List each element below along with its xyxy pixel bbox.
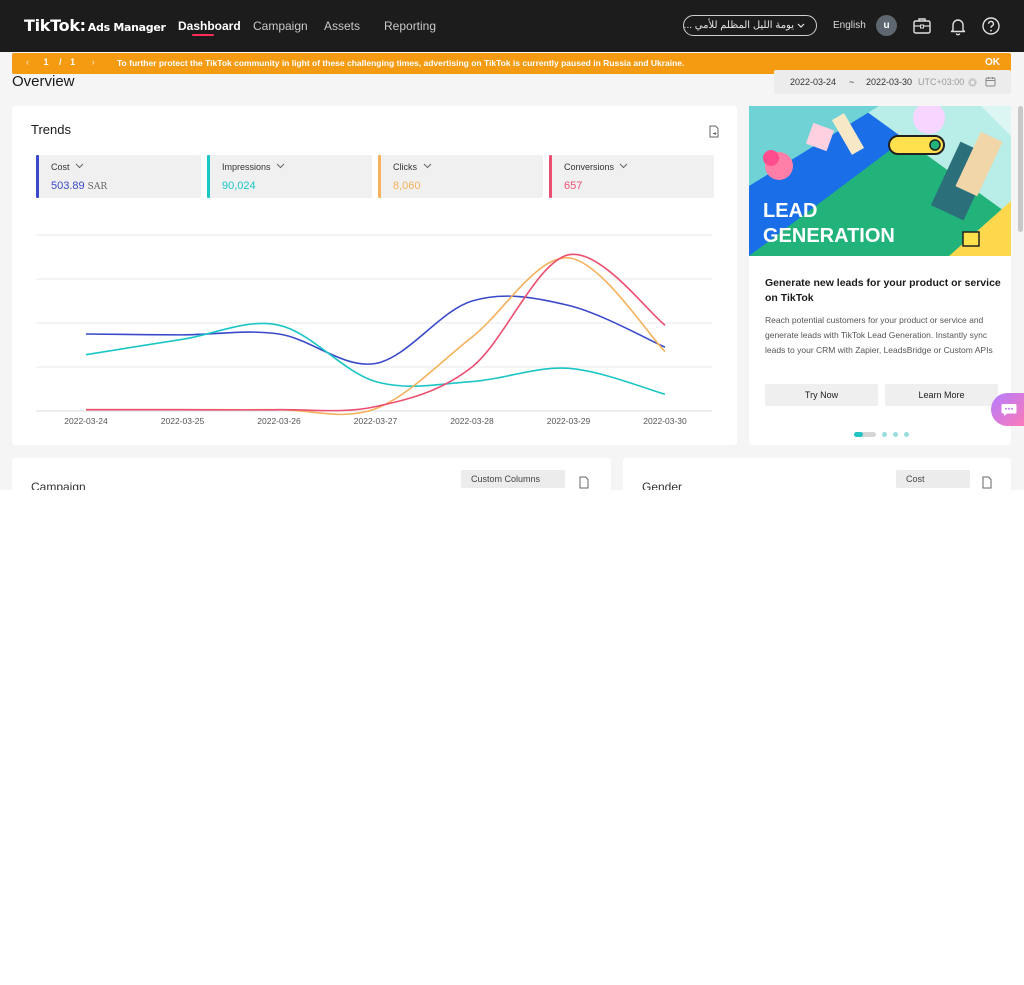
logo-product-name: Ads Manager xyxy=(87,21,166,34)
trends-title: Trends xyxy=(31,122,71,137)
export-icon[interactable] xyxy=(578,476,590,489)
x-tick-label: 2022-03-26 xyxy=(257,416,301,426)
promo-headline: Generate new leads for your product or s… xyxy=(765,277,1001,304)
metric-value: 503.89 SAR xyxy=(51,180,107,192)
nav-active-indicator xyxy=(192,34,214,36)
bell-icon[interactable] xyxy=(948,16,968,36)
page-title: Overview xyxy=(12,73,75,90)
logo-separator: : xyxy=(79,16,86,35)
metric-label: Clicks xyxy=(393,162,417,172)
carousel-dot[interactable] xyxy=(893,432,898,437)
nav-assets[interactable]: Assets xyxy=(324,19,360,33)
metric-label: Impressions xyxy=(222,162,271,172)
metric-value: 657 xyxy=(564,180,583,192)
date-end: 2022-03-30 xyxy=(866,77,913,87)
avatar[interactable]: u xyxy=(876,15,897,36)
chevron-down-icon[interactable] xyxy=(75,163,84,169)
timezone-label: UTC+03:00 xyxy=(918,77,965,87)
date-range-picker[interactable]: 2022-03-24 ~ 2022-03-30 UTC+03:00 xyxy=(774,70,1011,94)
promo-image-text-2: GENERATION xyxy=(763,225,895,247)
series-line-clicks xyxy=(86,257,666,416)
metric-value-number: 503.89 xyxy=(51,180,85,192)
banner-page-total: 1 xyxy=(70,57,76,67)
series-line-cost xyxy=(85,295,666,365)
gender-metric-select[interactable]: Cost xyxy=(896,470,970,488)
chevron-left-icon[interactable]: ‹ xyxy=(26,57,29,67)
metric-label: Conversions xyxy=(564,162,615,172)
chevron-down-icon[interactable] xyxy=(619,163,628,169)
chevron-down-icon xyxy=(797,23,805,28)
nav-dashboard[interactable]: Dashboard xyxy=(178,19,241,33)
metric-card-clicks[interactable]: Clicks 8,060 xyxy=(378,155,543,198)
learn-more-button[interactable]: Learn More xyxy=(885,384,998,406)
export-icon[interactable] xyxy=(981,476,993,489)
tiktok-ads-manager-logo[interactable]: TikTok: Ads Manager xyxy=(24,16,166,35)
x-tick-label: 2022-03-28 xyxy=(450,416,494,426)
metric-card-conversions[interactable]: Conversions 657 xyxy=(549,155,714,198)
date-separator: ~ xyxy=(849,77,855,87)
carousel-dot-active[interactable] xyxy=(854,432,863,437)
metric-card-cost[interactable]: Cost 503.89 SAR xyxy=(36,155,201,198)
series-line-conversions xyxy=(86,253,666,412)
top-navigation-bar: TikTok: Ads Manager Dashboard Campaign As… xyxy=(0,0,1024,52)
metric-unit: SAR xyxy=(87,182,108,192)
metric-color-bar xyxy=(378,155,381,198)
metric-value: 8,060 xyxy=(393,180,421,192)
briefcase-icon[interactable] xyxy=(912,16,932,36)
metric-color-bar xyxy=(36,155,39,198)
campaign-card-title: Campaign xyxy=(31,480,86,490)
carousel-dot[interactable] xyxy=(882,432,887,437)
account-name: يومة الليل المظلم للأمي ... xyxy=(683,20,794,31)
banner-pager: ‹ 1 / 1 › xyxy=(26,57,95,67)
try-now-button[interactable]: Try Now xyxy=(765,384,878,406)
calendar-icon[interactable] xyxy=(985,76,996,87)
trends-card: Trends Cost 503.89 SAR Impressions 90,024… xyxy=(12,106,737,445)
clear-icon[interactable] xyxy=(968,78,977,87)
metric-card-impressions[interactable]: Impressions 90,024 xyxy=(207,155,372,198)
x-tick-label: 2022-03-24 xyxy=(64,416,108,426)
banner-page-current: 1 xyxy=(43,57,49,67)
logo-wordmark: TikTok xyxy=(24,16,80,35)
metric-value: 90,024 xyxy=(222,180,256,192)
gender-card: Gender Cost xyxy=(623,458,1011,490)
nav-reporting[interactable]: Reporting xyxy=(384,19,436,33)
x-tick-label: 2022-03-27 xyxy=(353,416,398,426)
x-tick-label: 2022-03-25 xyxy=(160,416,205,426)
metric-color-bar xyxy=(207,155,210,198)
metric-label: Cost xyxy=(51,162,70,172)
carousel-dot[interactable] xyxy=(904,432,909,437)
language-switch[interactable]: English xyxy=(833,20,866,31)
campaign-card: Campaign Custom Columns xyxy=(12,458,611,490)
promo-description: Reach potential customers for your produ… xyxy=(765,315,993,355)
series-line-impressions xyxy=(85,322,666,396)
account-selector[interactable]: يومة الليل المظلم للأمي ... xyxy=(683,15,817,36)
lead-generation-artwork: LEAD GENERATION xyxy=(749,106,1011,256)
banner-page-separator: / xyxy=(59,57,62,67)
nav-campaign[interactable]: Campaign xyxy=(253,19,308,33)
chat-bubble-icon xyxy=(1001,404,1017,416)
x-tick-label: 2022-03-30 xyxy=(643,416,687,426)
metric-color-bar xyxy=(549,155,552,198)
custom-columns-button[interactable]: Custom Columns xyxy=(461,470,565,488)
promo-image-text-1: LEAD xyxy=(763,200,817,222)
export-icon[interactable] xyxy=(708,125,720,138)
x-tick-label: 2022-03-29 xyxy=(546,416,591,426)
chevron-right-icon[interactable]: › xyxy=(92,57,95,67)
date-start: 2022-03-24 xyxy=(790,77,837,87)
banner-ok-button[interactable]: OK xyxy=(985,57,1000,68)
lead-generation-illustration[interactable]: LEAD GENERATION xyxy=(749,106,1011,256)
banner-message: To further protect the TikTok community … xyxy=(117,58,685,68)
chat-support-button[interactable] xyxy=(991,393,1024,426)
scrollbar[interactable] xyxy=(1018,106,1023,232)
chevron-down-icon[interactable] xyxy=(423,163,432,169)
chevron-down-icon[interactable] xyxy=(276,163,285,169)
gender-card-title: Gender xyxy=(642,480,683,490)
app-viewport: TikTok: Ads Manager Dashboard Campaign As… xyxy=(0,0,1024,490)
help-icon[interactable] xyxy=(981,16,1001,36)
